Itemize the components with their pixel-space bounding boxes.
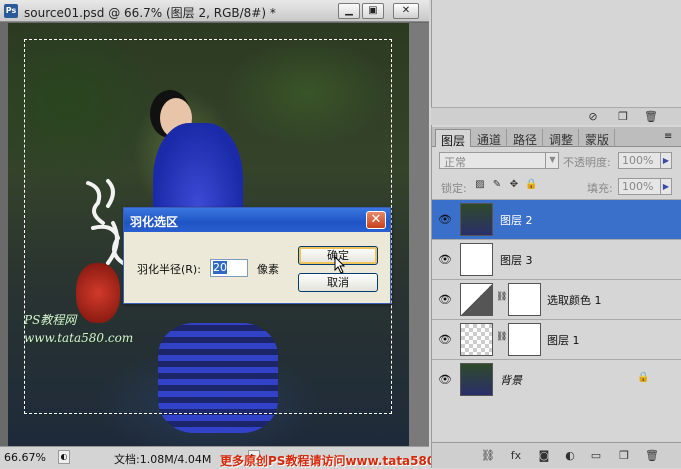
opacity-slider-icon[interactable]: ▶: [660, 152, 672, 169]
fx-icon[interactable]: fx: [508, 448, 524, 464]
layer-name[interactable]: 图层 3: [500, 252, 533, 268]
zoom-level[interactable]: 66.67%: [4, 451, 46, 464]
fill-slider-icon[interactable]: ▶: [660, 178, 672, 195]
document-titlebar[interactable]: Ps source01.psd @ 66.7% (图层 2, RGB/8#) *…: [0, 0, 429, 22]
new-icon[interactable]: ❐: [615, 109, 631, 125]
feather-radius-label: 羽化半径(R):: [137, 263, 201, 276]
layer-name[interactable]: 图层 2: [500, 212, 533, 228]
layer-thumbnail: [460, 243, 493, 276]
layers-panel-footer: ⛓ fx ◙ ◐ ▭ ❐ 🗑: [432, 442, 681, 468]
dialog-titlebar[interactable]: 羽化选区 ✕: [124, 208, 390, 232]
lock-position-icon[interactable]: ✥: [508, 179, 520, 191]
link-icon: ⛓: [496, 292, 508, 302]
tab-masks[interactable]: 蒙版: [580, 129, 616, 147]
panel-tabs: 图层 通道 路径 调整 蒙版 ≡: [432, 127, 681, 148]
minimize-button[interactable]: ▁: [338, 3, 360, 19]
lock-pixels-icon[interactable]: ✎: [491, 179, 503, 191]
layer-row-layer1[interactable]: 👁 ⛓ 图层 1: [432, 319, 681, 359]
document-window: Ps source01.psd @ 66.7% (图层 2, RGB/8#) *…: [0, 0, 429, 468]
feather-radius-input[interactable]: 20: [210, 259, 248, 277]
layer-thumbnail: [460, 203, 493, 236]
cancel-button[interactable]: 取消: [298, 273, 378, 292]
dialog-title: 羽化选区: [130, 215, 179, 229]
lock-icon: 🔒: [637, 372, 650, 383]
layer-thumbnail: [460, 323, 493, 356]
close-button[interactable]: ✕: [393, 3, 419, 19]
layer-mask-thumbnail[interactable]: [508, 283, 541, 316]
document-title: source01.psd @ 66.7% (图层 2, RGB/8#) *: [24, 6, 276, 20]
lock-label: 锁定:: [441, 182, 467, 195]
no-icon[interactable]: ⊘: [585, 109, 601, 125]
dialog-close-button[interactable]: ✕: [366, 211, 386, 229]
opacity-input[interactable]: 100%: [618, 152, 664, 169]
add-mask-icon[interactable]: ◙: [536, 448, 552, 464]
maximize-button[interactable]: ▣: [362, 3, 384, 19]
layer-name[interactable]: 图层 1: [547, 332, 580, 348]
layer-name[interactable]: 选取颜色 1: [547, 292, 602, 308]
feather-selection-dialog: 羽化选区 ✕ 羽化半径(R): 20 像素 确定 取消: [123, 207, 391, 304]
photoshop-icon: Ps: [4, 4, 18, 18]
layer-row-layer2[interactable]: 👁 图层 2: [432, 199, 681, 239]
tab-paths[interactable]: 路径: [508, 129, 544, 147]
trash-icon[interactable]: 🗑: [644, 448, 660, 464]
chevron-down-icon[interactable]: ▼: [545, 152, 559, 169]
status-menu-icon[interactable]: ◐: [58, 450, 70, 464]
visibility-eye-icon[interactable]: 👁: [436, 331, 454, 349]
opacity-label: 不透明度:: [563, 156, 611, 169]
tab-adjustments[interactable]: 调整: [544, 129, 580, 147]
fill-input[interactable]: 100%: [618, 178, 664, 195]
blend-mode-select[interactable]: 正常: [439, 152, 559, 169]
adjustment-icon: [460, 283, 493, 316]
link-layers-icon[interactable]: ⛓: [480, 448, 496, 464]
link-icon: ⛓: [496, 332, 508, 342]
mouse-cursor-icon: [334, 256, 346, 274]
radius-unit-label: 像素: [257, 263, 279, 276]
vertical-scrollbar[interactable]: [409, 23, 429, 446]
visibility-eye-icon[interactable]: 👁: [436, 251, 454, 269]
trash-icon[interactable]: 🗑: [643, 109, 659, 125]
layer-row-selective-color[interactable]: 👁 ⛓ 选取颜色 1: [432, 279, 681, 319]
tab-layers[interactable]: 图层: [435, 129, 472, 148]
upper-panel-footer: ⊘ ❐ 🗑: [431, 107, 681, 125]
layer-thumbnail: [460, 363, 493, 396]
new-layer-icon[interactable]: ❐: [616, 448, 632, 464]
layer-name[interactable]: 背景: [500, 372, 522, 388]
layer-row-layer3[interactable]: 👁 图层 3: [432, 239, 681, 279]
lock-transparency-icon[interactable]: ▨: [474, 179, 486, 191]
lock-all-icon[interactable]: 🔒: [525, 179, 537, 191]
layers-panel: 图层 通道 路径 调整 蒙版 ≡ 正常 ▼ 不透明度: 100% ▶ 锁定: ▨…: [431, 125, 681, 468]
document-size-info: 文档:1.08M/4.04M: [114, 453, 212, 466]
fill-label: 填充:: [587, 182, 613, 195]
adjustment-layer-icon[interactable]: ◐: [562, 448, 578, 464]
visibility-eye-icon[interactable]: 👁: [436, 291, 454, 309]
tab-channels[interactable]: 通道: [472, 129, 508, 147]
layer-row-background[interactable]: 👁 背景 🔒: [432, 359, 681, 399]
visibility-eye-icon[interactable]: 👁: [436, 211, 454, 229]
visibility-eye-icon[interactable]: 👁: [436, 371, 454, 389]
layer-mask-thumbnail[interactable]: [508, 323, 541, 356]
folder-icon[interactable]: ▭: [588, 448, 604, 464]
panel-menu-icon[interactable]: ≡: [664, 131, 672, 142]
